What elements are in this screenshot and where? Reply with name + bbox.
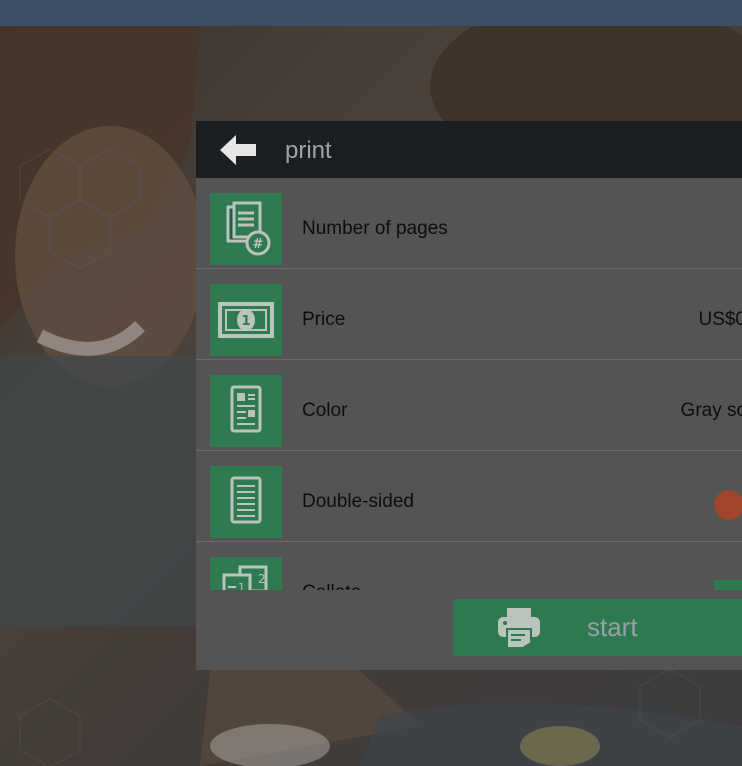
dialog-title: print (285, 137, 332, 164)
row-label: Price (302, 309, 346, 330)
collate-toggle[interactable] (714, 580, 742, 590)
svg-text:#: # (253, 237, 264, 252)
row-label: Number of pages (302, 218, 448, 239)
printer-icon (498, 608, 540, 649)
double-sided-toggle[interactable] (714, 490, 742, 520)
banknote-icon: 1 (210, 284, 282, 356)
document-lines-icon (210, 466, 282, 538)
row-label: Collate (302, 582, 361, 590)
setting-row-color[interactable]: Color Gray sc (196, 360, 742, 451)
dialog-header: print (196, 121, 742, 178)
svg-text:2: 2 (258, 572, 266, 586)
document-layout-icon (210, 375, 282, 447)
pages-count-icon: # (210, 193, 282, 265)
collate-pages-icon: 2 1 (210, 557, 282, 590)
print-dialog: print # Number of pages 1 Price US$0 Col… (196, 121, 742, 670)
svg-text:1: 1 (238, 581, 245, 590)
start-label: start (587, 612, 638, 642)
row-label: Color (302, 400, 348, 421)
color-value: Gray sc (680, 400, 742, 421)
setting-row-collate[interactable]: 2 1 Collate (196, 542, 742, 590)
svg-text:1: 1 (241, 314, 250, 329)
row-label: Double-sided (302, 491, 414, 512)
setting-row-number-of-pages[interactable]: # Number of pages (196, 178, 742, 269)
back-arrow-icon[interactable] (218, 133, 258, 167)
price-value: US$0 (698, 309, 742, 330)
start-button[interactable]: start (453, 599, 742, 656)
setting-row-double-sided[interactable]: Double-sided (196, 451, 742, 542)
setting-row-price[interactable]: 1 Price US$0 (196, 269, 742, 360)
settings-list[interactable]: # Number of pages 1 Price US$0 Color Gra… (196, 178, 742, 590)
top-bar (0, 0, 742, 26)
